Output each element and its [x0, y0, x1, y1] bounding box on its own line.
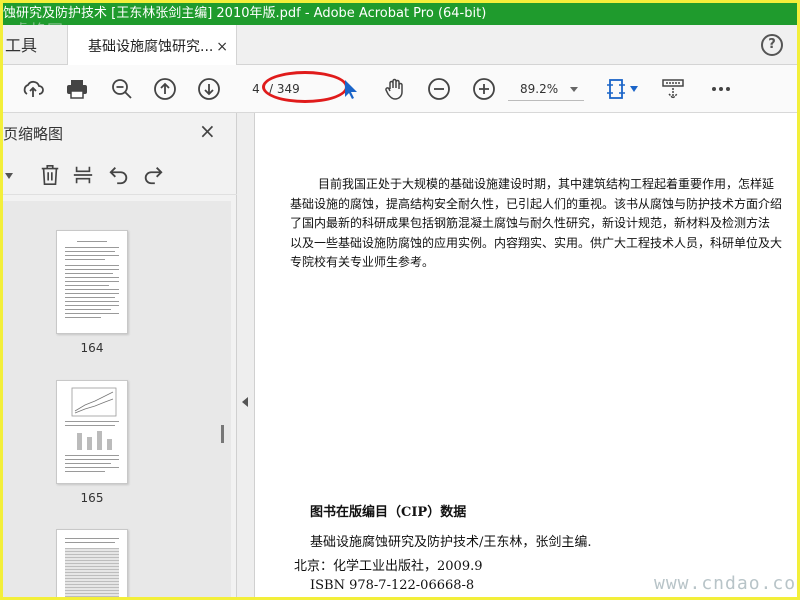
redo-icon[interactable] [142, 164, 164, 186]
thumbnail-chart-figure [71, 387, 117, 417]
intro-line: 了国内最新的科研成果包括钢筋混凝土腐蚀与耐久性研究，新设计规范，新材料及检测方法 [290, 216, 771, 230]
close-icon[interactable]: × [216, 25, 228, 69]
thumbnail-bar-figure [77, 431, 112, 450]
highlight-annotation [262, 71, 348, 103]
toolbar: 4 / 349 89.2% [3, 65, 797, 113]
chevron-down-icon [570, 87, 578, 92]
intro-line: 以及一些基础设施防腐蚀的应用实例。内容翔实、实用。供广大工程技术人员，科研单位及… [290, 235, 783, 250]
page-insert-icon[interactable] [72, 164, 94, 186]
thumbnail-list[interactable]: 164 165 [3, 201, 231, 597]
panel-splitter[interactable] [237, 113, 255, 597]
cip-heading: 图书在版编目（CIP）数据 [310, 505, 467, 520]
thumbnail-page[interactable] [56, 529, 128, 597]
thumbnail-label: 165 [80, 491, 104, 505]
app-window: 蚀研究及防护技术 [王东林张剑主编] 2010年版.pdf - Adobe Ac… [0, 0, 800, 600]
tab-document-label: 基础设施腐蚀研究... [88, 39, 214, 55]
more-icon[interactable] [709, 77, 733, 101]
tab-tools[interactable]: 工具 [3, 25, 63, 65]
watermark-bottom: www.cndao.com [654, 573, 797, 594]
intro-paragraph: 目前我国正处于大规模的基础设施建设时期，其中建筑结构工程起着重要作用，怎样延 基… [290, 175, 797, 273]
page-down-icon[interactable] [197, 77, 221, 101]
panel-title: 页缩略图 [3, 125, 64, 143]
undo-icon[interactable] [108, 164, 130, 186]
print-icon[interactable] [65, 77, 89, 101]
zoom-out-search-icon[interactable] [110, 77, 134, 101]
page-thumbnails-panel: 页缩略图 × 164 165 [3, 113, 237, 597]
thumbnail-page[interactable] [56, 380, 128, 484]
cip-line: 基础设施腐蚀研究及防护技术/王东林，张剑主编. [310, 535, 592, 550]
close-icon[interactable]: × [199, 119, 216, 143]
hand-icon[interactable] [383, 77, 407, 101]
intro-line: 基础设施的腐蚀，提高结构安全耐久性，已引起人们的重视。该书从腐蚀与防护技术方面介… [290, 196, 783, 211]
scroll-mode-icon[interactable] [661, 77, 685, 101]
cip-isbn: ISBN 978-7-122-06668-8 [310, 578, 475, 593]
document-page: 目前我国正处于大规模的基础设施建设时期，其中建筑结构工程起着重要作用，怎样延 基… [256, 113, 797, 597]
help-icon[interactable]: ? [761, 34, 783, 56]
title-bar: 蚀研究及防护技术 [王东林张剑主编] 2010年版.pdf - Adobe Ac… [3, 3, 797, 25]
zoom-minus-icon[interactable] [427, 77, 451, 101]
fit-page-dropdown-icon[interactable] [630, 86, 638, 92]
cip-line: 北京：化学工业出版社，2009.9 [294, 559, 483, 574]
select-arrow-icon[interactable] [339, 77, 363, 101]
thumbnail-label: 164 [80, 341, 104, 355]
page-up-icon[interactable] [153, 77, 177, 101]
zoom-value: 89.2% [520, 82, 559, 96]
window-title: 蚀研究及防护技术 [王东林张剑主编] 2010年版.pdf - Adobe Ac… [3, 6, 487, 21]
zoom-select[interactable]: 89.2% [508, 77, 584, 101]
options-icon[interactable] [5, 173, 13, 179]
intro-line: 专院校有关专业师生参考。 [290, 255, 435, 269]
fit-page-icon[interactable] [605, 77, 629, 101]
upload-icon[interactable] [21, 77, 45, 101]
collapse-arrow-icon[interactable] [242, 397, 248, 407]
zoom-plus-icon[interactable] [472, 77, 496, 101]
thumbnail-text-block [65, 548, 119, 597]
tab-document[interactable]: 基础设施腐蚀研究... × [67, 25, 237, 65]
scrollbar-thumb[interactable] [221, 425, 224, 443]
tab-bar: 工具 基础设施腐蚀研究... × ? [3, 25, 797, 65]
thumbnail-toolbar [3, 157, 237, 195]
intro-line: 目前我国正处于大规模的基础设施建设时期，其中建筑结构工程起着重要作用，怎样延 [318, 177, 775, 191]
thumbnail-page[interactable] [56, 230, 128, 334]
trash-icon[interactable] [39, 164, 61, 186]
